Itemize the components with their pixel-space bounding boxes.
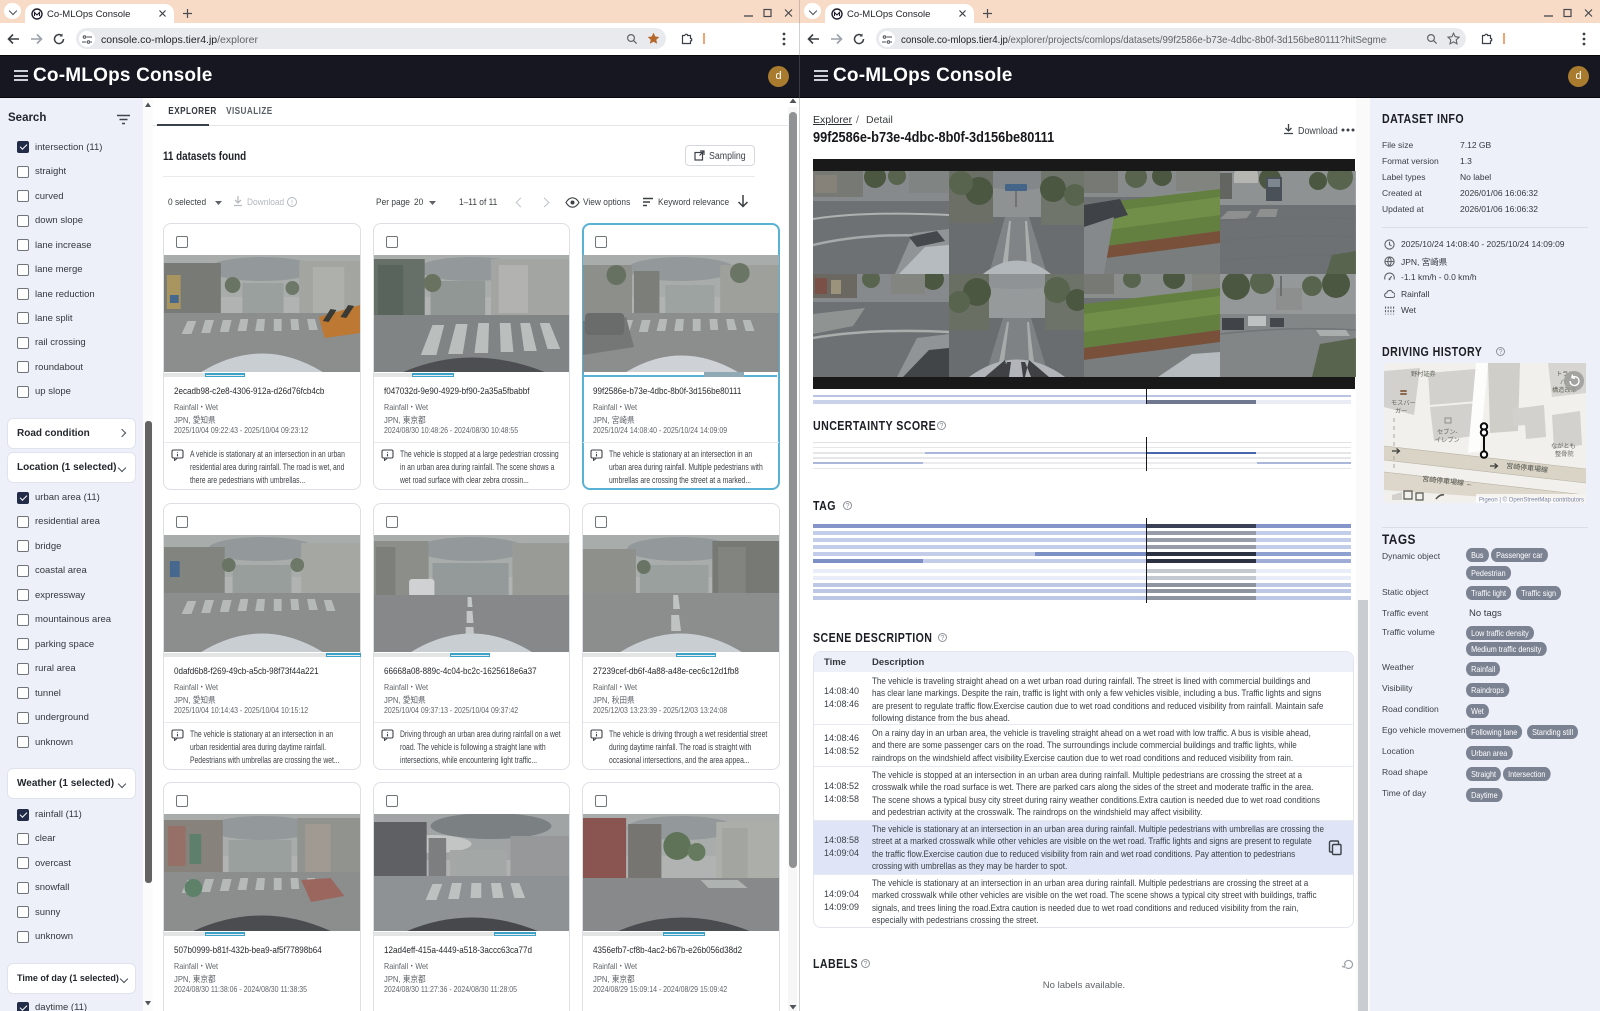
svg-text:セブン-: セブン- <box>1437 428 1458 436</box>
svg-text:Pigeon | © OpenStreetMap contr: Pigeon | © OpenStreetMap contributors <box>1479 497 1584 504</box>
svg-text:野村証券: 野村証券 <box>1411 370 1437 378</box>
svg-text:ながとも: ながとも <box>1551 442 1576 450</box>
svg-text:ガー: ガー <box>1395 407 1407 415</box>
svg-text:イレブン: イレブン <box>1435 436 1460 444</box>
svg-text:モスバー: モスバー <box>1391 400 1416 407</box>
svg-text:整骨院: 整骨院 <box>1555 450 1574 458</box>
